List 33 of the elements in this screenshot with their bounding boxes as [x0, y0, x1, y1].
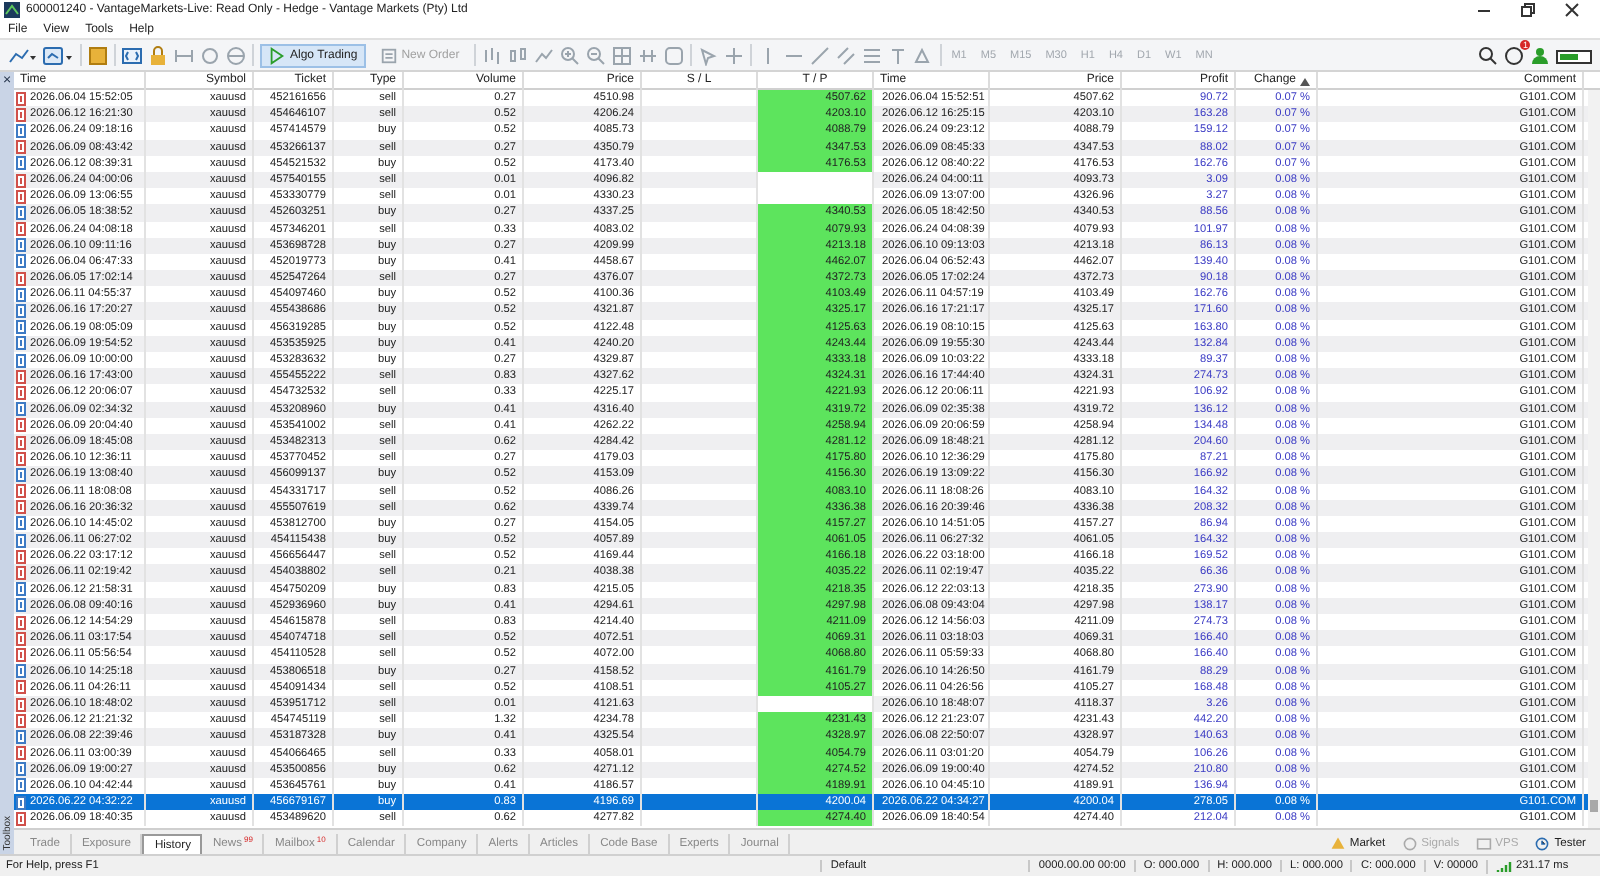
bar-chart-icon[interactable]	[481, 45, 502, 65]
circle-icon	[1401, 836, 1418, 852]
grid-icon[interactable]	[611, 45, 632, 65]
crosshair-icon[interactable]	[723, 45, 744, 65]
text-icon[interactable]	[887, 45, 908, 65]
zoom-in-icon[interactable]	[559, 45, 580, 65]
document-icon	[379, 45, 398, 65]
app-icon	[4, 2, 20, 18]
trendline-icon[interactable]	[809, 45, 830, 65]
cursor-icon[interactable]	[697, 45, 718, 65]
screen-icon	[1475, 836, 1492, 852]
restore-icon[interactable]	[1520, 2, 1536, 18]
scrollbar-thumb[interactable]	[1590, 800, 1598, 812]
fibonacci-icon[interactable]	[861, 45, 882, 65]
signal-bar-icon	[1556, 45, 1592, 65]
signal-icon	[1496, 859, 1512, 873]
zoom-out-icon[interactable]	[585, 45, 606, 65]
play-icon	[268, 45, 286, 65]
clock-icon	[1534, 836, 1551, 852]
globe-icon[interactable]	[226, 45, 246, 65]
close-icon[interactable]	[1564, 2, 1580, 18]
expand-icon[interactable]	[174, 45, 194, 65]
line-chart-icon[interactable]	[8, 45, 36, 65]
template-icon[interactable]	[42, 45, 74, 65]
search-icon[interactable]	[1478, 45, 1498, 65]
candlestick-icon[interactable]	[507, 45, 528, 65]
channel-icon[interactable]	[835, 45, 856, 65]
shapes-icon[interactable]	[913, 45, 934, 65]
code-icon[interactable]	[122, 45, 142, 65]
shift-icon[interactable]	[637, 45, 658, 65]
lock-icon[interactable]	[148, 45, 168, 65]
triangle-icon	[1329, 836, 1346, 852]
line-chart-icon[interactable]	[533, 45, 554, 65]
